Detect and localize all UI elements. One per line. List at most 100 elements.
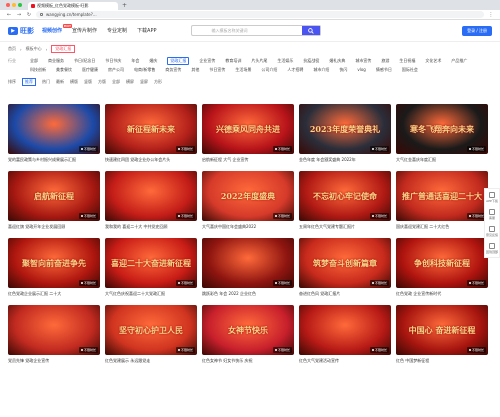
template-thumbnail[interactable]: 推广普通话喜迎二十大 不限时长 <box>396 171 488 221</box>
crumb-home[interactable]: 首页 <box>8 46 16 52</box>
template-card[interactable]: 坚守初心护卫人民 不限时长 红色党建展示 永远跟党走 <box>105 305 197 364</box>
template-title[interactable]: 大气喜庆中国红年会盛典2022 <box>202 224 294 230</box>
template-thumbnail[interactable]: 中国心 奋进新征程 不限时长 <box>396 305 488 355</box>
template-title[interactable]: 红色党建展示 永远跟党走 <box>105 358 197 364</box>
template-card[interactable]: 寒冬飞翔奔向未来 不限时长 大气红金喜庆年度汇报 <box>396 104 488 163</box>
template-card[interactable]: 不忘初心牢记使命 不限时长 五周年红色大气党建专题汇报片 <box>299 171 391 230</box>
filter-option[interactable]: 生活场景 <box>235 67 251 73</box>
template-title[interactable]: 红色党政企业展示汇报 二十大 <box>8 291 100 297</box>
template-title[interactable]: 红色党政 企业宣传新时代 <box>396 291 488 297</box>
filter-option[interactable]: 党政汇报 <box>167 56 190 65</box>
filter-option[interactable]: 节日节庆 <box>105 58 121 64</box>
browser-tab[interactable]: 视频模板_红色党政模板-旺影 <box>28 2 118 10</box>
template-card[interactable]: 争创科技新征程 不限时长红色党政 企业宣传新时代 <box>396 238 488 297</box>
template-thumbnail[interactable]: 筑梦奋斗创新篇章 不限时长 <box>299 238 391 288</box>
sidebar-item[interactable]: APP下载 <box>486 192 498 203</box>
template-thumbnail[interactable]: 争创科技新征程 不限时长 <box>396 238 488 288</box>
template-card[interactable]: 筑梦奋斗创新篇章 不限时长奋进红色风 党政汇报片 <box>299 238 391 297</box>
filter-option[interactable]: 快闪 <box>339 67 347 73</box>
filter-option[interactable]: 商业服务 <box>48 58 64 64</box>
template-title[interactable]: 党的富民政策与乡村振兴成果展示汇报 <box>8 157 100 163</box>
nav-custom[interactable]: 专业定制 <box>107 27 127 34</box>
template-card[interactable]: 不限时长党的富民政策与乡村振兴成果展示汇报 <box>8 104 100 163</box>
sidebar-item[interactable]: 客服 <box>488 209 495 220</box>
template-card[interactable]: 女神节快乐 不限时长 红色女神节 妇女节快乐 庆祝 <box>202 305 294 364</box>
filter-option[interactable]: 科技创新 <box>30 67 46 73</box>
minimize-window-icon[interactable] <box>12 3 16 7</box>
filter-option[interactable]: 节日/纪念日 <box>74 58 95 64</box>
filter-option[interactable]: 公司介绍 <box>261 67 277 73</box>
filter-option[interactable]: 房产公司 <box>108 67 124 73</box>
template-thumbnail[interactable]: 不限时长 <box>8 305 100 355</box>
filter-option[interactable]: 商务宣传 <box>165 67 181 73</box>
forward-icon[interactable]: → <box>16 12 22 18</box>
nav-video-creation[interactable]: 视频创作 HOT <box>42 24 73 34</box>
filter-option[interactable]: 全部 <box>30 58 38 64</box>
filter-option[interactable]: 城市介绍 <box>313 67 329 73</box>
template-card[interactable]: 2023年度荣誉典礼 不限时长 金色年度 年会颁奖盛典 2022年 <box>299 104 391 163</box>
filter-option[interactable]: 方形 <box>154 79 162 85</box>
nav-promo-video[interactable]: 宣传片制作 <box>72 27 97 34</box>
template-thumbnail[interactable]: 女神节快乐 不限时长 <box>202 305 294 355</box>
template-title[interactable]: 红色 中国梦新征程 <box>396 358 488 364</box>
filter-option[interactable]: 婚庆 <box>149 58 157 64</box>
template-card[interactable]: 喜迎二十大奋进新征程 不限时长大气红色庆祝喜迎二十大党政汇报 <box>105 238 197 297</box>
search-box[interactable]: 输入模板名称关键词 <box>190 25 321 36</box>
template-thumbnail[interactable]: 不限时长 <box>105 171 197 221</box>
filter-option[interactable]: 情感节日 <box>376 67 392 73</box>
filter-option[interactable]: vlog <box>357 67 365 72</box>
filter-option[interactable]: 城市宣传 <box>355 58 371 64</box>
template-card[interactable]: 不限时长 党员先锋 党政企业宣传 <box>8 305 100 364</box>
filter-option[interactable]: 其他 <box>191 67 199 73</box>
template-thumbnail[interactable]: 喜迎二十大奋进新征程 不限时长 <box>105 238 197 288</box>
filter-option[interactable]: 片头片尾 <box>251 58 267 64</box>
filter-option[interactable]: 横版 <box>70 79 78 85</box>
template-title[interactable]: 启航新征程 大气 企业宣传 <box>202 157 294 163</box>
template-card[interactable]: 聚智向前奋进争先 不限时长红色党政企业展示汇报 二十大 <box>8 238 100 297</box>
filter-option[interactable]: 全部 <box>112 79 120 85</box>
url-field[interactable]: wangying.cn/template?... <box>36 11 484 18</box>
crumb-templates[interactable]: 模板中心 <box>26 46 42 52</box>
filter-option[interactable]: 竖版 <box>84 79 92 85</box>
template-title[interactable]: 喜迎红旗 党政开年企业发展回顾 <box>8 224 100 230</box>
template-thumbnail[interactable]: 不限时长 <box>202 238 294 288</box>
filter-option[interactable]: 抗疫战役 <box>303 58 319 64</box>
template-card[interactable]: 推广普通话喜迎二十大 不限时长国庆喜迎党建汇报 二十大红色 <box>396 171 488 230</box>
filter-option[interactable]: 旅游 <box>381 58 389 64</box>
filter-option[interactable]: 婚礼庆典 <box>329 58 345 64</box>
filter-option[interactable]: 竖屏 <box>140 79 148 85</box>
template-thumbnail[interactable]: 不忘初心牢记使命 不限时长 <box>299 171 391 221</box>
filter-option[interactable]: 热门 <box>42 79 50 85</box>
template-thumbnail[interactable]: 聚智向前奋进争先 不限时长 <box>8 238 100 288</box>
template-title[interactable]: 我和我的 喜迎二十大 中共党史回顾 <box>105 224 197 230</box>
template-title[interactable]: 快速建红四团 党政企业办公年会片头 <box>105 157 197 163</box>
sidebar-item[interactable]: 回到顶部 <box>486 243 498 254</box>
filter-option[interactable]: 医疗健康 <box>82 67 98 73</box>
search-button[interactable] <box>301 26 320 35</box>
template-title[interactable]: 跳跃彩色 年会 2022 企业红色 <box>202 291 294 297</box>
template-thumbnail[interactable]: 2023年度荣誉典礼 不限时长 <box>299 104 391 154</box>
template-title[interactable]: 大气红色庆祝喜迎二十大党政汇报 <box>105 291 197 297</box>
new-tab-icon[interactable]: + <box>122 2 127 9</box>
filter-option[interactable]: 美食餐饮 <box>56 67 72 73</box>
filter-option[interactable]: 企业宣传 <box>199 58 215 64</box>
login-button[interactable]: 登录 / 注册 <box>462 25 492 36</box>
filter-option[interactable]: 电商/新零售 <box>134 67 155 73</box>
template-card[interactable]: 不限时长 红色大气党建活动宣传 <box>299 305 391 364</box>
template-card[interactable]: 不限时长我和我的 喜迎二十大 中共党史回顾 <box>105 171 197 230</box>
filter-option[interactable]: 生日祝福 <box>399 58 415 64</box>
template-title[interactable]: 红色大气党建活动宣传 <box>299 358 391 364</box>
template-thumbnail[interactable]: 启航新征程 不限时长 <box>8 171 100 221</box>
template-card[interactable]: 中国心 奋进新征程 不限时长红色 中国梦新征程 <box>396 305 488 364</box>
filter-option[interactable]: 年会 <box>131 58 139 64</box>
nav-download-app[interactable]: 下载APP <box>137 27 156 34</box>
template-card[interactable]: 不限时长跳跃彩色 年会 2022 企业红色 <box>202 238 294 297</box>
template-thumbnail[interactable]: 不限时长 <box>8 104 100 154</box>
template-title[interactable]: 奋进红色风 党政汇报片 <box>299 291 391 297</box>
filter-option[interactable]: 方版 <box>98 79 106 85</box>
template-card[interactable]: 2022年度盛典 不限时长 大气喜庆中国红年会盛典2022 <box>202 171 294 230</box>
back-icon[interactable]: ← <box>6 12 12 18</box>
template-thumbnail[interactable]: 兴德乘风同舟共进 不限时长 <box>202 104 294 154</box>
template-title[interactable]: 国庆喜迎党建汇报 二十大红色 <box>396 224 488 230</box>
close-window-icon[interactable] <box>6 3 10 7</box>
